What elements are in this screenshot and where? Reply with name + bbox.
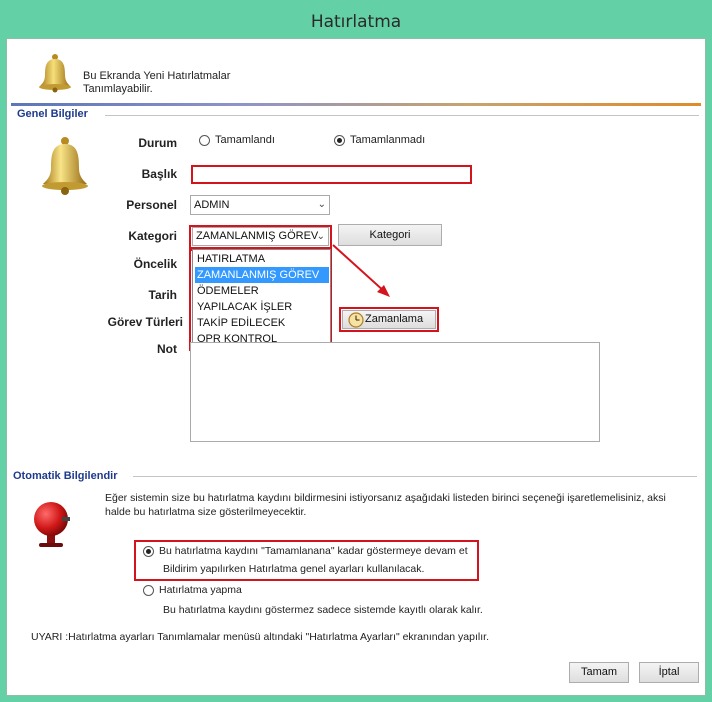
header-line-1: Bu Ekranda Yeni Hatırlatmalar — [83, 70, 231, 82]
ok-button[interactable]: Tamam — [569, 662, 629, 683]
dropdown-item-takip-edilecek[interactable]: TAKİP EDİLECEK — [195, 315, 329, 331]
general-group-rule — [105, 115, 699, 116]
header-line-2: Tanımlayabilir. — [83, 83, 153, 95]
header-divider — [11, 103, 701, 106]
personel-value: ADMIN — [194, 199, 230, 211]
clock-icon — [348, 312, 364, 328]
baslik-label: Başlık — [141, 167, 177, 181]
not-textarea[interactable] — [190, 342, 600, 442]
not-label: Not — [157, 342, 177, 356]
personel-select[interactable]: ADMIN ⌄ — [190, 195, 330, 215]
warning-text: UYARI :Hatırlatma ayarları Tanımlamalar … — [31, 631, 489, 643]
auto-description-1: Eğer sistemin size bu hatırlatma kaydını… — [105, 492, 666, 504]
option2-label[interactable]: Hatırlatma yapma — [159, 584, 242, 596]
chevron-down-icon: ⌄ — [316, 231, 325, 242]
kategori-value: ZAMANLANMIŞ GÖREV — [196, 230, 319, 242]
chevron-down-icon: ⌄ — [317, 199, 326, 210]
red-arrow-annotation — [332, 244, 390, 297]
radio-tamamlanmadi-label[interactable]: Tamamlanmadı — [350, 134, 425, 146]
oncelik-label: Öncelik — [133, 257, 177, 271]
dropdown-item-yapilacak-isler[interactable]: YAPILACAK İŞLER — [195, 299, 329, 315]
window: Hatırlatma Bu Ekranda Yeni Hatırlatmalar… — [0, 0, 712, 702]
radio-tamamlandi-label[interactable]: Tamamlandı — [215, 134, 275, 146]
dropdown-item-zamanlanmis-gorev[interactable]: ZAMANLANMIŞ GÖREV — [195, 267, 329, 283]
dropdown-item-hatirlatma[interactable]: HATIRLATMA — [195, 251, 329, 267]
option1-label[interactable]: Bu hatırlatma kaydını "Tamamlanana" kada… — [159, 545, 468, 557]
alarm-bell-icon — [29, 499, 73, 549]
option1-description: Bildirim yapılırken Hatırlatma genel aya… — [163, 563, 425, 575]
kategori-label: Kategori — [128, 229, 177, 243]
radio-no-reminder[interactable] — [143, 585, 154, 596]
dialog-client: Bu Ekranda Yeni Hatırlatmalar Tanımlayab… — [6, 38, 706, 696]
kategori-dropdown: HATIRLATMA ZAMANLANMIŞ GÖREV ÖDEMELER YA… — [192, 249, 331, 348]
personel-label: Personel — [126, 198, 177, 212]
baslik-input[interactable] — [191, 165, 472, 184]
general-group-title: Genel Bilgiler — [17, 108, 88, 120]
auto-group-rule — [133, 476, 697, 477]
window-title: Hatırlatma — [310, 12, 402, 32]
zamanlama-button-label: Zamanlama — [365, 313, 424, 325]
auto-group-title: Otomatik Bilgilendir — [13, 470, 118, 482]
kategori-select[interactable]: ZAMANLANMIŞ GÖREV ⌄ — [192, 227, 329, 246]
gorev-turleri-label: Görev Türleri — [107, 315, 183, 329]
dropdown-item-odemeler[interactable]: ÖDEMELER — [195, 283, 329, 299]
radio-tamamlanmadi[interactable] — [334, 135, 345, 146]
durum-label: Durum — [138, 136, 177, 150]
radio-tamamlandi[interactable] — [199, 135, 210, 146]
auto-description-2: halde bu hatırlatma size gösterilmeyecek… — [105, 506, 307, 518]
cancel-button[interactable]: İptal — [639, 662, 699, 683]
tarih-label: Tarih — [148, 288, 177, 302]
option2-description: Bu hatırlatma kaydını göstermez sadece s… — [163, 604, 483, 616]
bell-icon — [37, 53, 73, 93]
radio-show-until-complete[interactable] — [143, 546, 154, 557]
